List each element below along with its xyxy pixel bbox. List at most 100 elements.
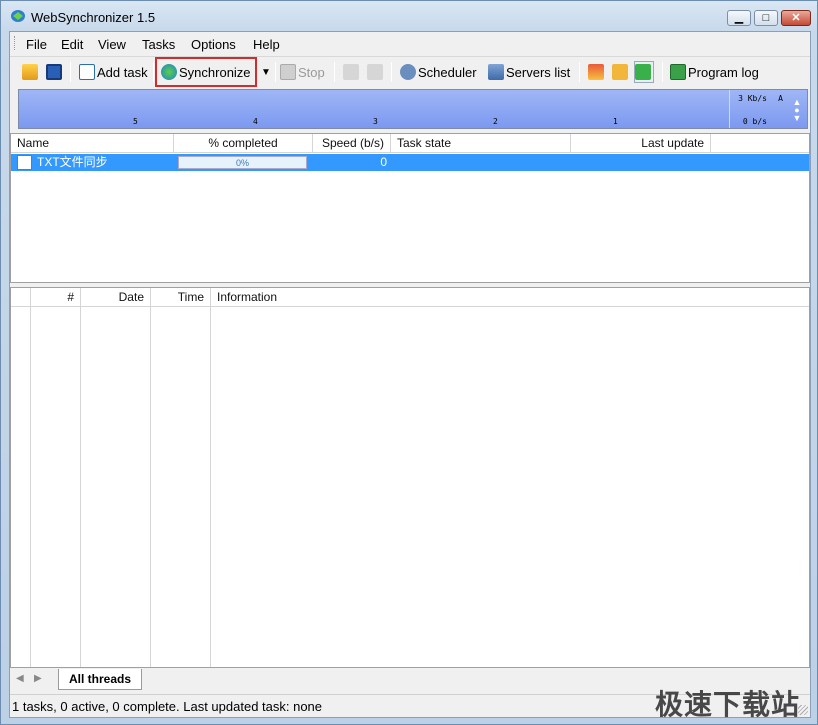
move-up-button[interactable] [343,61,361,83]
move-down-icon [367,64,383,80]
upload-icon [612,64,628,80]
move-up-icon [343,64,359,80]
column-last-update[interactable]: Last update [571,134,711,153]
add-task-icon [79,64,95,80]
task-icon [17,155,32,170]
graph-top-scale: 3 Kb/s [738,94,767,103]
menu-view[interactable]: View [98,37,126,52]
maximize-button[interactable]: □ [754,10,778,26]
task-progress-label: 0% [235,158,249,168]
task-list: Name % completed Speed (b/s) Task state … [10,133,810,283]
folder-open-icon [22,64,38,80]
save-button[interactable] [46,61,64,83]
task-list-header: Name % completed Speed (b/s) Task state … [11,134,809,153]
home-icon [588,64,604,80]
log-list-header: # Date Time Information [11,288,809,307]
priority-button[interactable] [634,61,654,83]
graph-auto-label: A [778,94,783,103]
close-button[interactable]: ✕ [781,10,811,26]
toolbar-separator [579,62,580,82]
add-task-label: Add task [97,64,148,80]
graph-tick: 2 [493,117,498,126]
minimize-icon: ▁ [734,12,744,24]
graph-tick: 5 [133,117,138,126]
scheduler-label: Scheduler [418,64,477,80]
menu-help[interactable]: Help [253,37,280,52]
column-completed[interactable]: % completed [174,134,313,153]
graph-bottom-scale: 0 b/s [742,117,767,126]
status-text: 1 tasks, 0 active, 0 complete. Last upda… [12,699,323,714]
resize-grip[interactable] [798,705,808,715]
task-speed: 0 [380,155,387,169]
graph-axis [729,90,730,128]
tab-all-threads[interactable]: All threads [58,669,143,690]
scheduler-button[interactable]: Scheduler [400,61,477,83]
graph-tick: 3 [373,117,378,126]
menu-file[interactable]: File [26,37,47,52]
client-area: File Edit View Tasks Options Help Add ta… [9,31,811,721]
servers-list-button[interactable]: Servers list [488,61,570,83]
sync-icon [161,64,177,80]
log-column-divider [80,307,81,667]
graph-tick: 1 [613,117,618,126]
column-date[interactable]: Date [81,288,151,307]
toolbar-separator [391,62,392,82]
menu-options[interactable]: Options [191,37,236,52]
toolbar-separator [153,62,154,82]
chevron-down-icon: ▼ [261,66,271,78]
title-bar[interactable]: WebSynchronizer 1.5 ▁ □ ✕ [1,1,817,31]
task-name: TXT文件同步 [37,155,108,169]
watermark: 极速下载站 [654,688,800,721]
column-name[interactable]: Name [11,134,174,153]
task-progress: 0% [178,156,307,169]
maximize-icon: □ [762,12,770,24]
log-column-divider [210,307,211,667]
column-task-state[interactable]: Task state [391,134,571,153]
log-column-divider [30,307,31,667]
stop-button[interactable]: Stop [280,61,325,83]
tab-scroll-left[interactable]: ◀ [16,673,24,684]
toolbar-separator [70,62,71,82]
window-title: WebSynchronizer 1.5 [31,10,156,25]
graph-scale-spinner[interactable]: ▲ ● ▼ [791,98,803,123]
toolbar-separator [275,62,276,82]
servers-list-label: Servers list [506,64,571,80]
menu-bar: File Edit View Tasks Options Help [10,32,810,54]
stop-label: Stop [298,64,325,80]
column-time[interactable]: Time [151,288,211,307]
app-icon [11,10,25,22]
stop-icon [280,64,296,80]
synchronize-label: Synchronize [179,64,251,80]
app-window: WebSynchronizer 1.5 ▁ □ ✕ File Edit View… [0,0,818,725]
minimize-button[interactable]: ▁ [727,10,751,26]
menu-edit[interactable]: Edit [61,37,83,52]
move-down-button[interactable] [367,61,385,83]
log-column-divider [150,307,151,667]
log-list: # Date Time Information [10,287,810,668]
column-number[interactable]: # [31,288,81,307]
save-icon [46,64,62,80]
home-button[interactable] [588,61,606,83]
arrow-up-icon [635,64,651,80]
graph-tick: 4 [253,117,258,126]
open-button[interactable] [22,61,40,83]
synchronize-dropdown[interactable]: ▼ [261,61,271,83]
toolbar: Add task Synchronize ▼ Stop Scheduler Se… [10,56,810,87]
menu-tasks[interactable]: Tasks [142,37,175,52]
servers-icon [488,64,504,80]
toolbar-separator [662,62,663,82]
speed-graph: 5 4 3 2 1 3 Kb/s 0 b/s A ▲ ● ▼ [18,89,808,129]
table-row[interactable]: TXT文件同步 0% 0 [11,154,809,171]
toolbar-separator [334,62,335,82]
column-icon[interactable] [11,288,31,307]
upload-button[interactable] [612,61,630,83]
add-task-button[interactable]: Add task [79,61,148,83]
program-log-button[interactable]: Program log [670,61,759,83]
column-information[interactable]: Information [211,288,809,307]
menu-grip[interactable] [14,36,16,50]
column-speed[interactable]: Speed (b/s) [313,134,391,153]
status-bar: 1 tasks, 0 active, 0 complete. Last upda… [10,688,810,721]
tab-scroll-right[interactable]: ▶ [34,673,42,684]
synchronize-button[interactable]: Synchronize [161,61,251,83]
log-icon [670,64,686,80]
